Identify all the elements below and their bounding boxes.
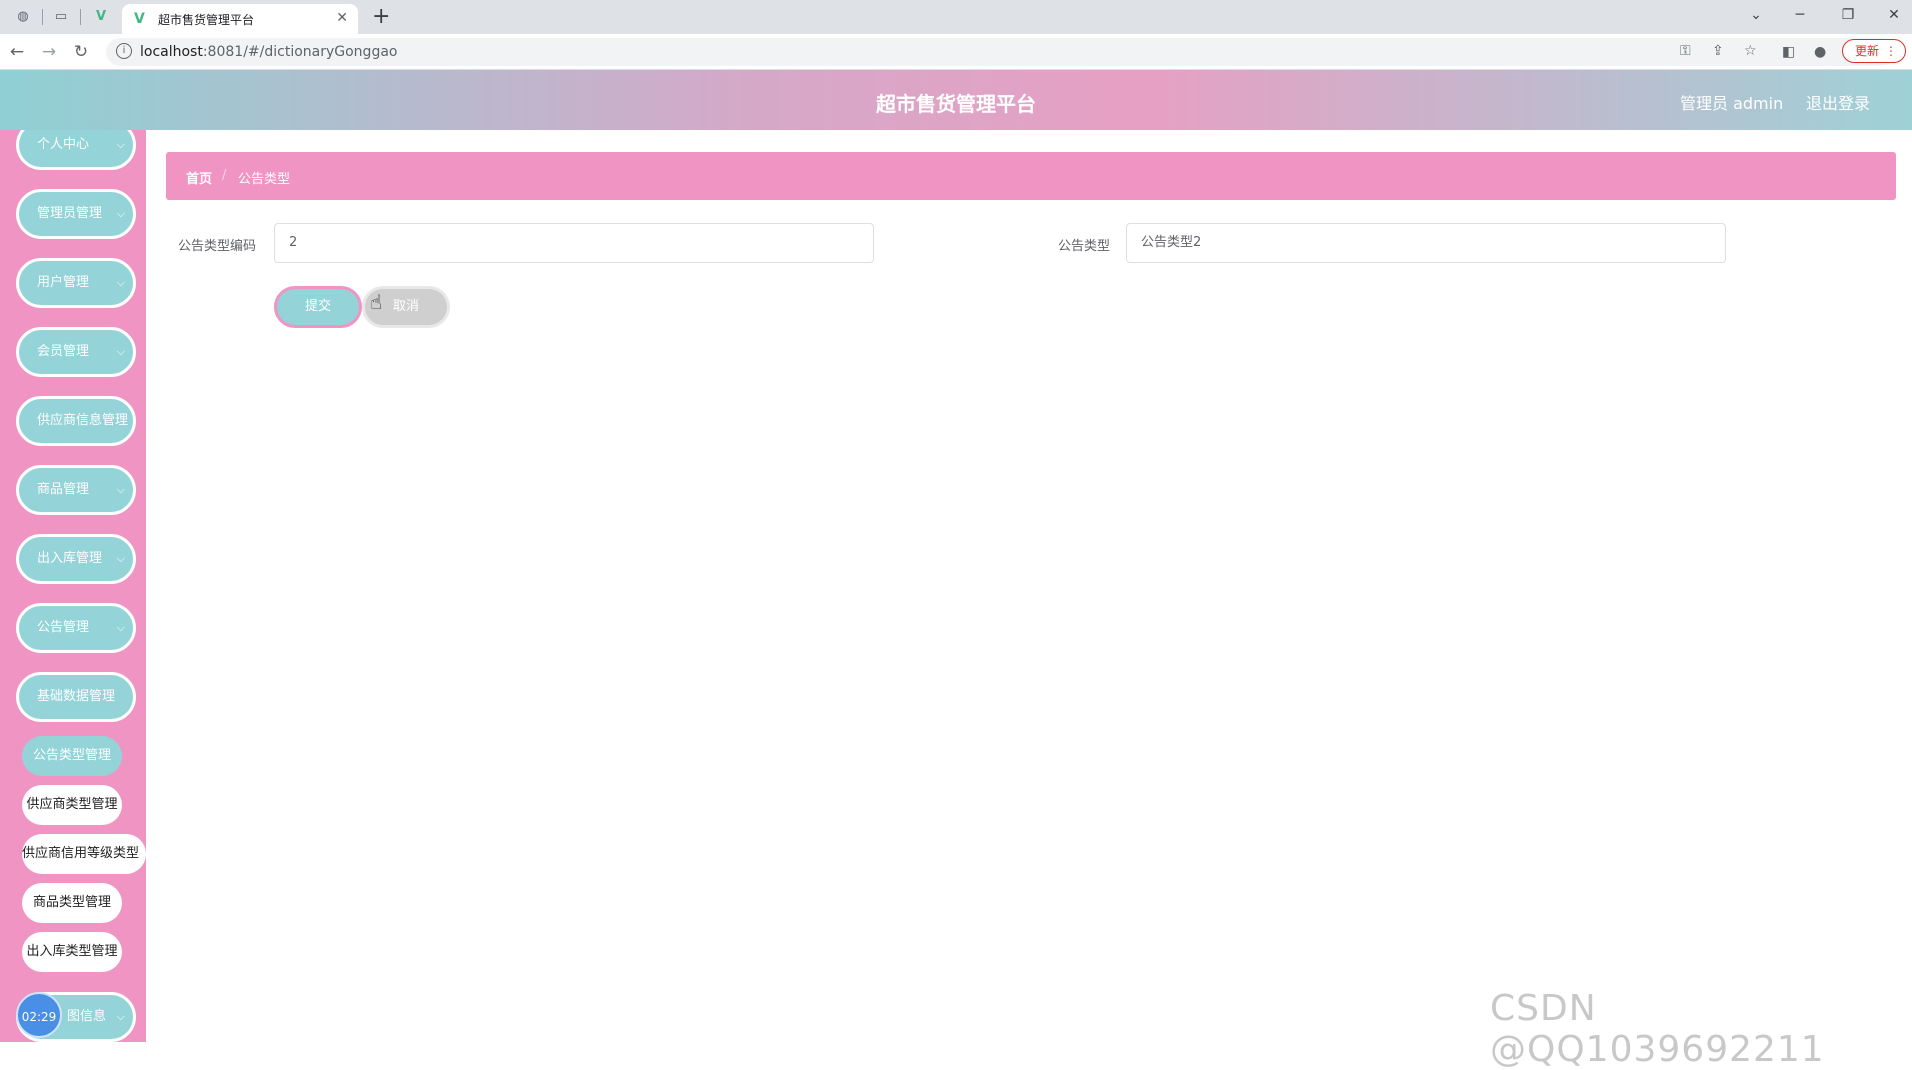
sidebar-item-users[interactable]: 用户管理 ⌵ [16, 258, 136, 308]
sidebar-item-products[interactable]: 商品管理 ⌵ [16, 465, 136, 515]
type-input[interactable]: 公告类型2 [1126, 223, 1726, 263]
sidebar-item-profile[interactable]: 个人中心 ⌵ [16, 130, 136, 170]
chevron-down-icon: ⌵ [116, 138, 125, 151]
close-window-icon[interactable]: ✕ [1882, 5, 1906, 25]
globe-icon[interactable]: ◍ [14, 8, 32, 26]
new-tab-button[interactable]: + [372, 5, 390, 29]
sidebar-item-members[interactable]: 会员管理 ⌵ [16, 327, 136, 377]
vue-tab-icon[interactable]: V [92, 8, 110, 26]
breadcrumb-home[interactable]: 首页 [186, 168, 212, 187]
browser-tabstrip: ◍ ▭ V V 超市售货管理平台 ✕ + ⌄ ─ ❐ ✕ [0, 0, 1912, 34]
submenu-notice-types[interactable]: 公告类型管理 [22, 736, 122, 776]
chevron-down-icon: ⌵ [116, 1010, 125, 1023]
tab-separator [42, 9, 43, 25]
browser-toolbar: ← → ↻ i localhost:8081/#/dictionaryGongg… [0, 34, 1912, 70]
chevron-down-icon: ⌵ [116, 207, 125, 220]
chevron-down-icon: ⌵ [116, 552, 125, 565]
submenu-stock-types[interactable]: 出入库类型管理 [22, 932, 122, 972]
sidebar-item-notices[interactable]: 公告管理 ⌵ [16, 603, 136, 653]
current-user: 管理员 admin [1680, 94, 1784, 113]
logout-link[interactable]: 退出登录 [1806, 90, 1870, 114]
site-info-icon[interactable]: i [116, 43, 132, 59]
vue-favicon-icon: V [134, 11, 145, 27]
back-icon[interactable]: ← [6, 41, 28, 63]
breadcrumb-current: 公告类型 [238, 172, 291, 187]
chevron-down-icon: ⌵ [116, 276, 125, 289]
submit-button[interactable]: 提交 [274, 286, 362, 328]
timer-badge: 02:29 [16, 992, 62, 1038]
sidebar-item-admins[interactable]: 管理员管理 ⌵ [16, 189, 136, 239]
blank-tab-icon[interactable]: ▭ [52, 8, 70, 26]
sidebar-item-basedata[interactable]: 基础数据管理 [16, 672, 136, 722]
bookmark-star-icon[interactable]: ☆ [1744, 43, 1757, 59]
more-menu-icon[interactable]: ⋮ [1885, 40, 1897, 62]
chevron-down-icon: ⌵ [116, 483, 125, 496]
side-panel-icon[interactable]: ◧ [1782, 44, 1795, 60]
submenu-supplier-types[interactable]: 供应商类型管理 [22, 785, 122, 825]
restore-icon[interactable]: ❐ [1836, 5, 1860, 25]
watermark: CSDN @QQ1039692211 [1490, 988, 1825, 1070]
sidebar: 个人中心 ⌵ 管理员管理 ⌵ 用户管理 ⌵ 会员管理 ⌵ 供应商信息管理 商品管理 ⌵ 出… [0, 130, 146, 1042]
submenu-product-types[interactable]: 商品类型管理 [22, 883, 122, 923]
code-label: 公告类型编码 [178, 239, 257, 254]
app-title: 超市售货管理平台 [876, 92, 1036, 116]
sidebar-item-suppliers[interactable]: 供应商信息管理 [16, 396, 136, 446]
active-tab[interactable]: V 超市售货管理平台 ✕ [122, 4, 358, 34]
chevron-down-icon: ⌵ [116, 345, 125, 358]
code-input[interactable]: 2 [274, 223, 874, 263]
sidebar-item-stock[interactable]: 出入库管理 ⌵ [16, 534, 136, 584]
hand-cursor-icon: ☝ [370, 290, 383, 314]
reload-icon[interactable]: ↻ [70, 41, 92, 63]
tab-title: 超市售货管理平台 [158, 13, 255, 27]
tab-search-icon[interactable]: ⌄ [1744, 5, 1768, 25]
url-text: localhost:8081/#/dictionaryGonggao [140, 44, 398, 60]
breadcrumb: 首页 / 公告类型 [166, 152, 1896, 200]
share-icon[interactable]: ⇪ [1712, 43, 1724, 59]
key-icon[interactable]: ⚿ [1680, 43, 1691, 59]
profile-icon[interactable]: ● [1814, 44, 1826, 60]
app-header: 超市售货管理平台 管理员 admin 退出登录 [0, 70, 1912, 130]
type-label: 公告类型 [1058, 239, 1111, 254]
submenu-supplier-credit-types[interactable]: 供应商信用等级类型 [22, 834, 146, 874]
close-tab-icon[interactable]: ✕ [336, 10, 348, 26]
tab-separator [80, 9, 81, 25]
address-bar[interactable]: i localhost:8081/#/dictionaryGonggao ⚿ ⇪… [106, 38, 1896, 66]
breadcrumb-separator: / [222, 168, 227, 183]
minimize-icon[interactable]: ─ [1788, 5, 1812, 25]
forward-icon[interactable]: → [38, 41, 60, 63]
update-button[interactable]: 更新 ⋮ [1842, 39, 1906, 63]
chevron-down-icon: ⌵ [116, 621, 125, 634]
